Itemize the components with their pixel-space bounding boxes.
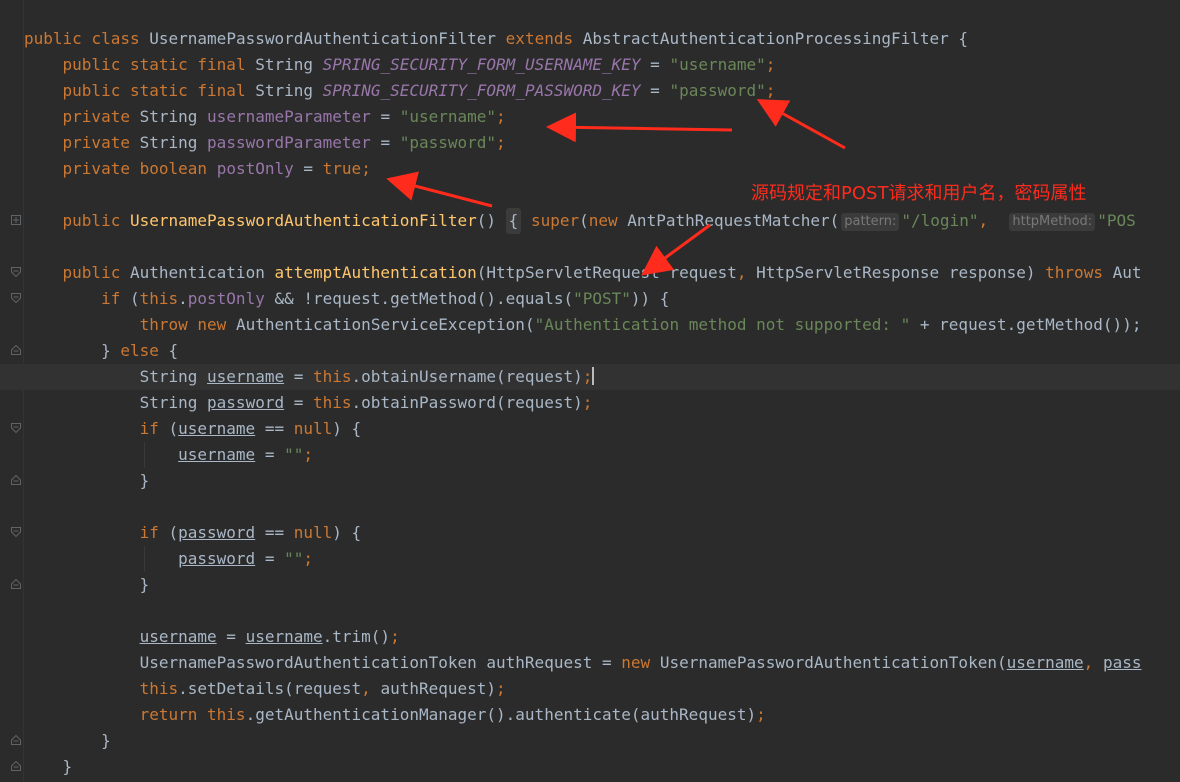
- annotation-arrows: [386, 99, 846, 276]
- arrow-to-password-key: [756, 99, 846, 150]
- arrow-to-parameters: [546, 112, 733, 143]
- arrow-to-attempt: [641, 223, 711, 276]
- annotation-note: 源码规定和POST请求和用户名，密码属性: [751, 183, 1087, 204]
- arrow-to-postonly: [386, 171, 493, 208]
